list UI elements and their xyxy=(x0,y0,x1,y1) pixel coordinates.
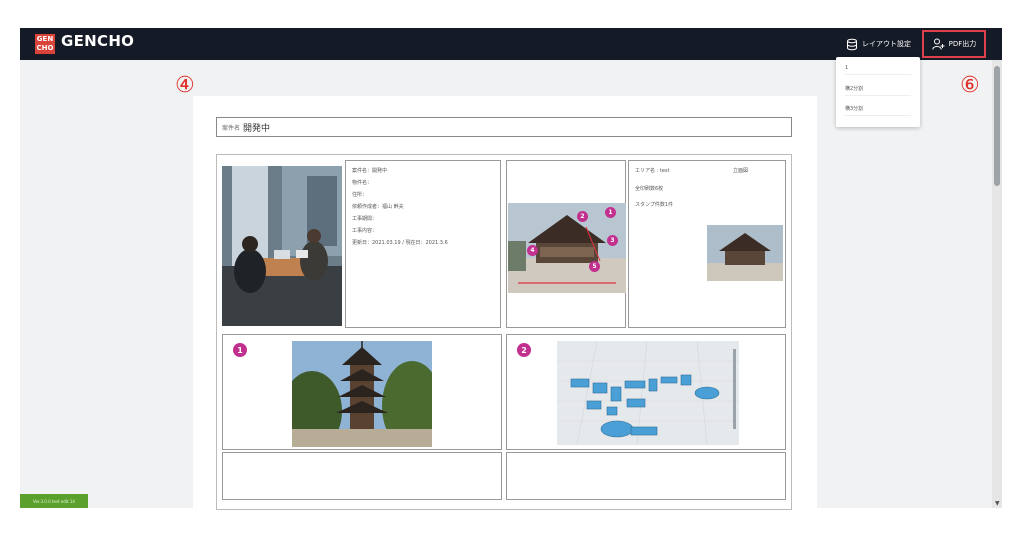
scroll-down-arrow-icon[interactable]: ▼ xyxy=(995,500,1000,507)
marker-badge-1[interactable]: 1 xyxy=(605,207,616,218)
user-plus-icon xyxy=(931,38,945,50)
app-header: GEN CHO GENCHO レイアウト設定 PDF出力 xyxy=(20,28,1002,60)
empty-cell-left[interactable] xyxy=(222,452,502,500)
annotation-marker-4: ④ xyxy=(175,73,195,98)
project-title-field[interactable]: 案件名 開発中 xyxy=(216,117,792,137)
info-period: 工事期間： xyxy=(352,216,378,222)
layout-menu-item-split-2[interactable]: 横2分割 xyxy=(845,85,911,96)
marker-badge-2[interactable]: 2 xyxy=(577,211,588,222)
marker-badge-5[interactable]: 5 xyxy=(589,261,600,272)
app-title: GENCHO xyxy=(61,32,135,50)
info-work-content: 工事内容： xyxy=(352,228,378,234)
layout-menu: 1 横2分割 横3分割 xyxy=(836,57,920,127)
database-icon xyxy=(847,38,857,50)
info-requester: 依頼作成者：福山 幹夫 xyxy=(352,204,404,210)
area-name: エリア名 : test xyxy=(635,168,670,174)
annotation-marker-6: ⑥ xyxy=(960,73,980,98)
area-drawing-type: 立面図 xyxy=(733,168,749,174)
empty-cell-right[interactable] xyxy=(506,452,786,500)
stamp-count: スタンプ件数1件 xyxy=(635,202,674,208)
area-summary-cell[interactable]: エリア名 : test 立面図 全印刷数6枚 スタンプ件数1件 xyxy=(628,160,786,328)
cell-badge-1[interactable]: 1 xyxy=(233,343,247,357)
project-title-value: 開発中 xyxy=(243,123,271,134)
3d-model-cell[interactable]: 2 xyxy=(506,334,786,450)
cell-badge-2[interactable]: 2 xyxy=(517,343,531,357)
photo-count: 全印刷数6枚 xyxy=(635,186,664,192)
scrollbar-thumb[interactable] xyxy=(994,66,1000,186)
meeting-photo xyxy=(222,166,342,326)
info-project-name: 案件名：開発中 xyxy=(352,168,388,174)
version-status-button[interactable]: Ver.3.0.0 test edit 14 xyxy=(20,494,88,508)
project-info-cell[interactable]: 案件名：開発中 物件名： 住所： 依頼作成者：福山 幹夫 工事期間： 工事内容：… xyxy=(345,160,501,328)
info-property-name: 物件名： xyxy=(352,180,373,186)
cover-photo-cell[interactable] xyxy=(222,166,342,326)
marker-badge-4[interactable]: 4 xyxy=(527,245,538,256)
temple-thumbnail xyxy=(707,225,783,281)
pagoda-photo-cell[interactable]: 1 xyxy=(222,334,502,450)
info-updated-date: 更新日：2021.03.19 / 現在日：2021.3.6 xyxy=(352,240,448,246)
logo-line-1: GEN xyxy=(36,35,54,43)
pdf-export-button[interactable]: PDF出力 xyxy=(922,30,986,58)
logo-line-2: CHO xyxy=(36,44,54,52)
layout-menu-item-split-3[interactable]: 横3分割 xyxy=(845,105,911,116)
3d-floorplan-view xyxy=(557,341,739,445)
temple-marker-cell[interactable]: 1 2 3 4 5 xyxy=(506,160,626,328)
layout-settings-button[interactable]: レイアウト設定 xyxy=(846,35,911,53)
info-address: 住所： xyxy=(352,192,368,198)
pdf-export-label: PDF出力 xyxy=(948,40,977,48)
project-title-label: 案件名 xyxy=(222,124,241,132)
marker-badge-3[interactable]: 3 xyxy=(607,235,618,246)
layout-menu-item-full[interactable]: 1 xyxy=(845,65,911,75)
layout-settings-label: レイアウト設定 xyxy=(862,40,911,48)
pagoda-photo xyxy=(292,341,432,447)
app-logo: GEN CHO xyxy=(35,34,55,54)
